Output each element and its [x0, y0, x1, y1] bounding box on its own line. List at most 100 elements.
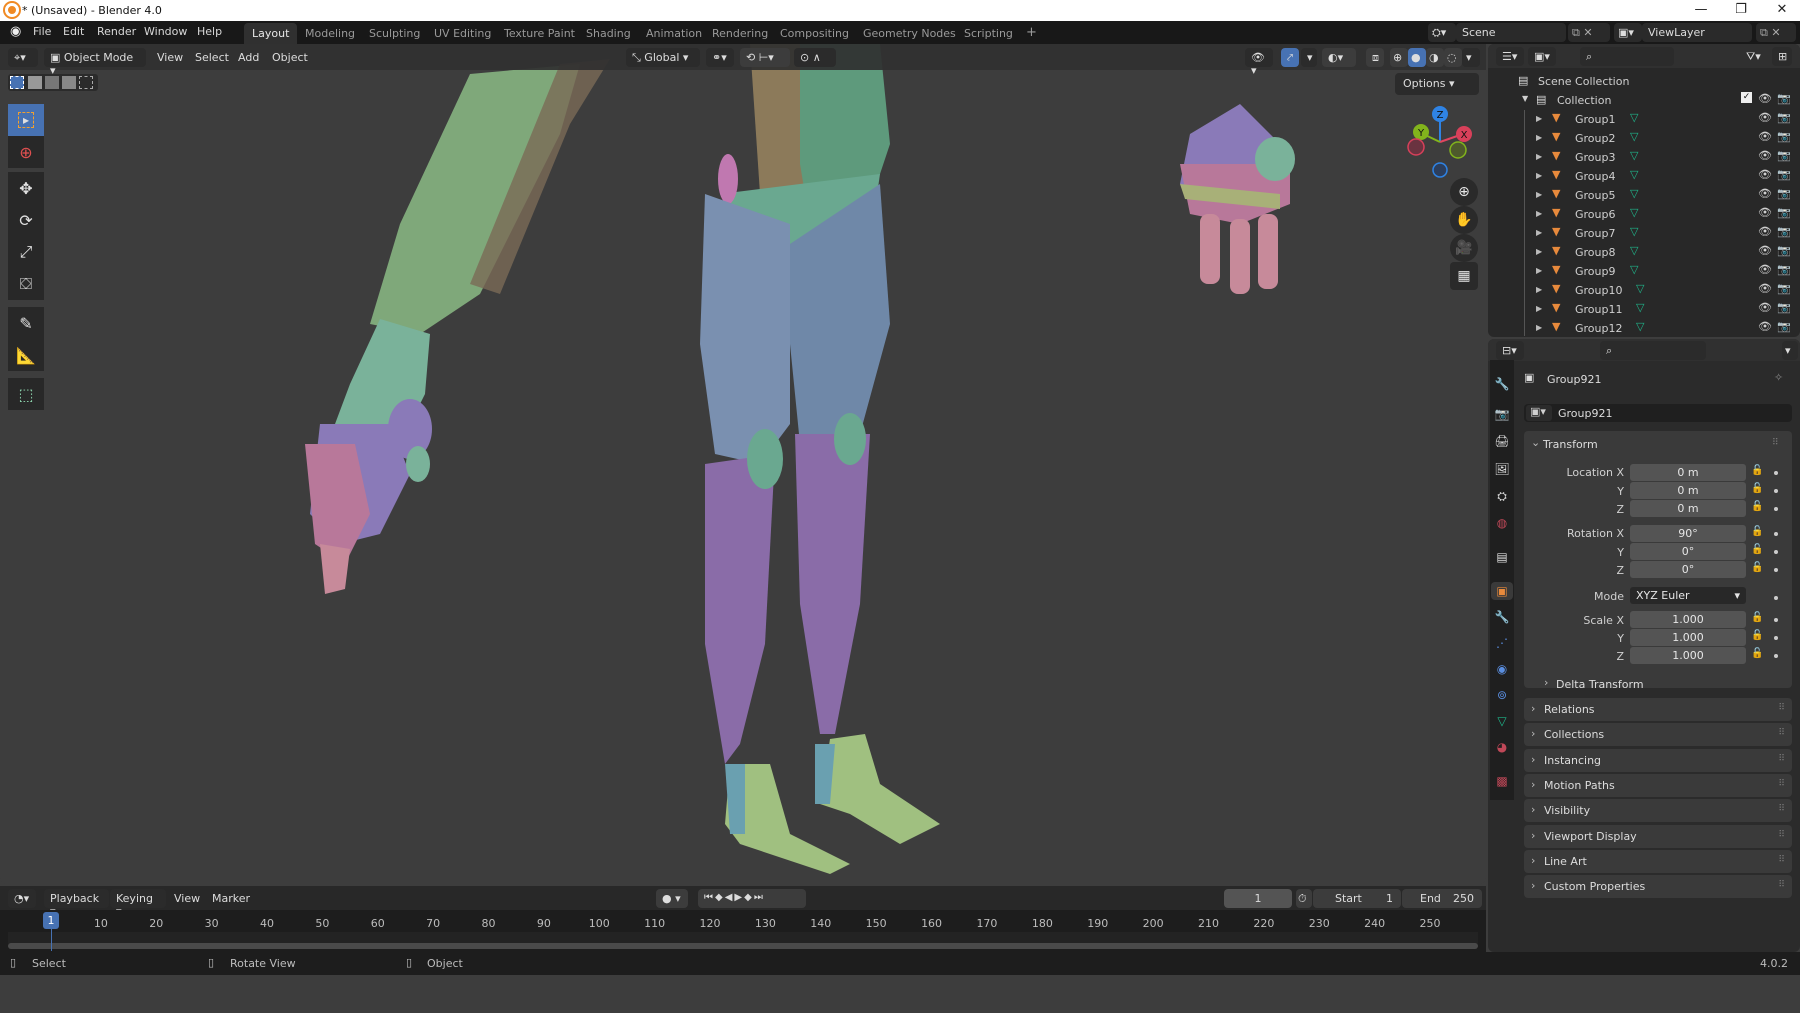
rotation-z-field[interactable]: 0°	[1630, 561, 1746, 578]
render-camera-icon[interactable]: 📷	[1777, 187, 1791, 200]
new-scene-button[interactable]: ⧉ ✕	[1568, 23, 1610, 42]
cursor-tool[interactable]: ⊕	[8, 136, 44, 168]
measure-tool[interactable]: 📐	[8, 339, 44, 371]
keyframe-dot-icon[interactable]	[1774, 550, 1778, 554]
texture-tab-icon[interactable]: ▩	[1493, 772, 1511, 790]
tab-scripting[interactable]: Scripting	[956, 23, 1021, 44]
gizmo-toggle[interactable]: ⤤	[1281, 48, 1299, 67]
select-extend-icon[interactable]	[28, 76, 42, 89]
menu-render[interactable]: Render	[97, 25, 136, 38]
expand-arrow-icon[interactable]: ▶	[1536, 171, 1542, 180]
outliner-item-label[interactable]: Group7	[1575, 227, 1616, 240]
transform-tool[interactable]: ⛋	[8, 268, 44, 300]
lock-icon[interactable]: 🔓	[1751, 612, 1763, 623]
lock-icon[interactable]: 🔓	[1751, 562, 1763, 573]
editor-type-button[interactable]: ⌖▾	[8, 48, 38, 67]
delta-transform-expand-icon[interactable]: ›	[1544, 676, 1548, 689]
marker-menu[interactable]: Marker	[212, 892, 250, 905]
expand-arrow-icon[interactable]: ▶	[1536, 190, 1542, 199]
ortho-toggle-button[interactable]: ▦	[1450, 262, 1478, 290]
rotate-tool[interactable]: ⟳	[8, 204, 44, 236]
physics-tab-icon[interactable]: ◉	[1493, 660, 1511, 678]
outliner-item-label[interactable]: Group11	[1575, 303, 1623, 316]
menu-add[interactable]: Add	[238, 51, 259, 64]
object-tab-icon[interactable]: ▣	[1491, 582, 1513, 600]
outliner-item-label[interactable]: Group3	[1575, 151, 1616, 164]
render-camera-icon[interactable]: 📷	[1777, 301, 1791, 314]
drag-handle-icon[interactable]: ⠿	[1778, 880, 1785, 890]
blender-menu-icon[interactable]: ◉	[10, 24, 21, 39]
visibility-eye-icon[interactable]: 👁	[1758, 282, 1772, 295]
playhead-line[interactable]	[51, 929, 52, 951]
playhead-frame[interactable]: 1	[43, 912, 59, 929]
keyframe-dot-icon[interactable]	[1774, 507, 1778, 511]
select-new-icon[interactable]	[10, 76, 24, 89]
expand-arrow-icon[interactable]: ▶	[1536, 209, 1542, 218]
keyframe-dot-icon[interactable]	[1774, 489, 1778, 493]
render-camera-icon[interactable]: 📷	[1777, 168, 1791, 181]
end-frame-field[interactable]: End 250	[1402, 889, 1482, 908]
tab-shading[interactable]: Shading	[578, 23, 639, 44]
outliner-editor-type-button[interactable]: ☰▾	[1496, 47, 1524, 66]
mesh-data-icon[interactable]: ▽	[1636, 301, 1644, 314]
outliner-item[interactable]: ▶ ▼ Group2 ▽ 👁 📷	[1488, 129, 1791, 148]
lock-icon[interactable]: 🔓	[1751, 526, 1763, 537]
zoom-view-button[interactable]: ⊕	[1450, 178, 1478, 206]
world-tab-icon[interactable]: ◍	[1493, 514, 1511, 532]
expand-arrow-icon[interactable]: ▶	[1536, 228, 1542, 237]
mesh-data-icon[interactable]: ▽	[1630, 168, 1638, 181]
mesh-data-icon[interactable]: ▽	[1630, 263, 1638, 276]
render-tab-icon[interactable]: 📷	[1493, 405, 1511, 423]
select-box-tool[interactable]: ▸	[8, 104, 44, 136]
outliner-item[interactable]: ▶ ▼ Group9 ▽ 👁 📷	[1488, 262, 1791, 281]
menu-object[interactable]: Object	[272, 51, 308, 64]
outliner-search-input[interactable]: ⌕	[1580, 47, 1674, 66]
mode-dropdown[interactable]: ▣ Object Mode ▾	[44, 48, 146, 77]
outliner-item[interactable]: ▶ ▼ Group3 ▽ 👁 📷	[1488, 148, 1791, 167]
shading-dropdown[interactable]: ▾	[1462, 48, 1480, 67]
mesh-data-icon[interactable]: ▽	[1630, 225, 1638, 238]
tab-uv-editing[interactable]: UV Editing	[426, 23, 499, 44]
visibility-eye-icon[interactable]: 👁	[1758, 225, 1772, 238]
menu-select[interactable]: Select	[195, 51, 229, 64]
modifier-tab-icon[interactable]: 🔧	[1493, 608, 1511, 626]
panel-line-art[interactable]: › Line Art ⠿	[1524, 849, 1792, 873]
scene-collection-row[interactable]: ▤ Scene Collection	[1488, 72, 1788, 91]
render-camera-icon[interactable]: 📷	[1777, 206, 1791, 219]
keyframe-dot-icon[interactable]	[1774, 471, 1778, 475]
keyframe-dot-icon[interactable]	[1774, 636, 1778, 640]
transform-panel-title[interactable]: Transform	[1543, 438, 1598, 451]
delta-transform-label[interactable]: Delta Transform	[1556, 678, 1644, 691]
new-collection-button[interactable]: ⊞	[1772, 47, 1792, 66]
view-layer-selector-icon[interactable]: ▣▾	[1614, 23, 1642, 42]
prev-keyframe-button[interactable]: ◆	[715, 892, 725, 903]
panel-custom-properties[interactable]: › Custom Properties ⠿	[1524, 875, 1792, 899]
select-intersect-icon[interactable]	[79, 76, 93, 89]
outliner-item-label[interactable]: Group12	[1575, 322, 1623, 335]
outliner-item-label[interactable]: Group2	[1575, 132, 1616, 145]
visibility-eye-icon[interactable]: 👁	[1758, 92, 1772, 105]
tab-animation[interactable]: Animation	[638, 23, 710, 44]
panel-collections[interactable]: › Collections ⠿	[1524, 723, 1792, 747]
collection-tab-icon[interactable]: ▤	[1493, 548, 1511, 566]
outliner-item[interactable]: ▶ ▼ Group4 ▽ 👁 📷	[1488, 167, 1791, 186]
drag-handle-icon[interactable]: ⠿	[1778, 728, 1785, 738]
visibility-eye-icon[interactable]: 👁	[1758, 149, 1772, 162]
outliner-item-label[interactable]: Group10	[1575, 284, 1623, 297]
rendered-shading-button[interactable]: ◌	[1444, 48, 1462, 67]
scene-name-field[interactable]: Scene	[1456, 23, 1566, 42]
visibility-eye-icon[interactable]: 👁	[1758, 187, 1772, 200]
outliner-item[interactable]: ▶ ▼ Group1 ▽ 👁 📷	[1488, 110, 1791, 129]
select-invert-icon[interactable]	[62, 76, 76, 89]
outliner-item-label[interactable]: Group8	[1575, 246, 1616, 259]
tab-modeling[interactable]: Modeling	[297, 23, 363, 44]
tab-sculpting[interactable]: Sculpting	[361, 23, 428, 44]
expand-arrow-icon[interactable]: ▶	[1536, 285, 1542, 294]
panel-motion-paths[interactable]: › Motion Paths ⠿	[1524, 773, 1792, 797]
scale-y-field[interactable]: 1.000	[1630, 629, 1746, 646]
xray-toggle[interactable]: ⧈	[1366, 48, 1384, 67]
location-y-field[interactable]: 0 m	[1630, 482, 1746, 499]
keyframe-dot-icon[interactable]	[1774, 596, 1778, 600]
mesh-data-icon[interactable]: ▽	[1630, 244, 1638, 257]
render-camera-icon[interactable]: 📷	[1777, 111, 1791, 124]
